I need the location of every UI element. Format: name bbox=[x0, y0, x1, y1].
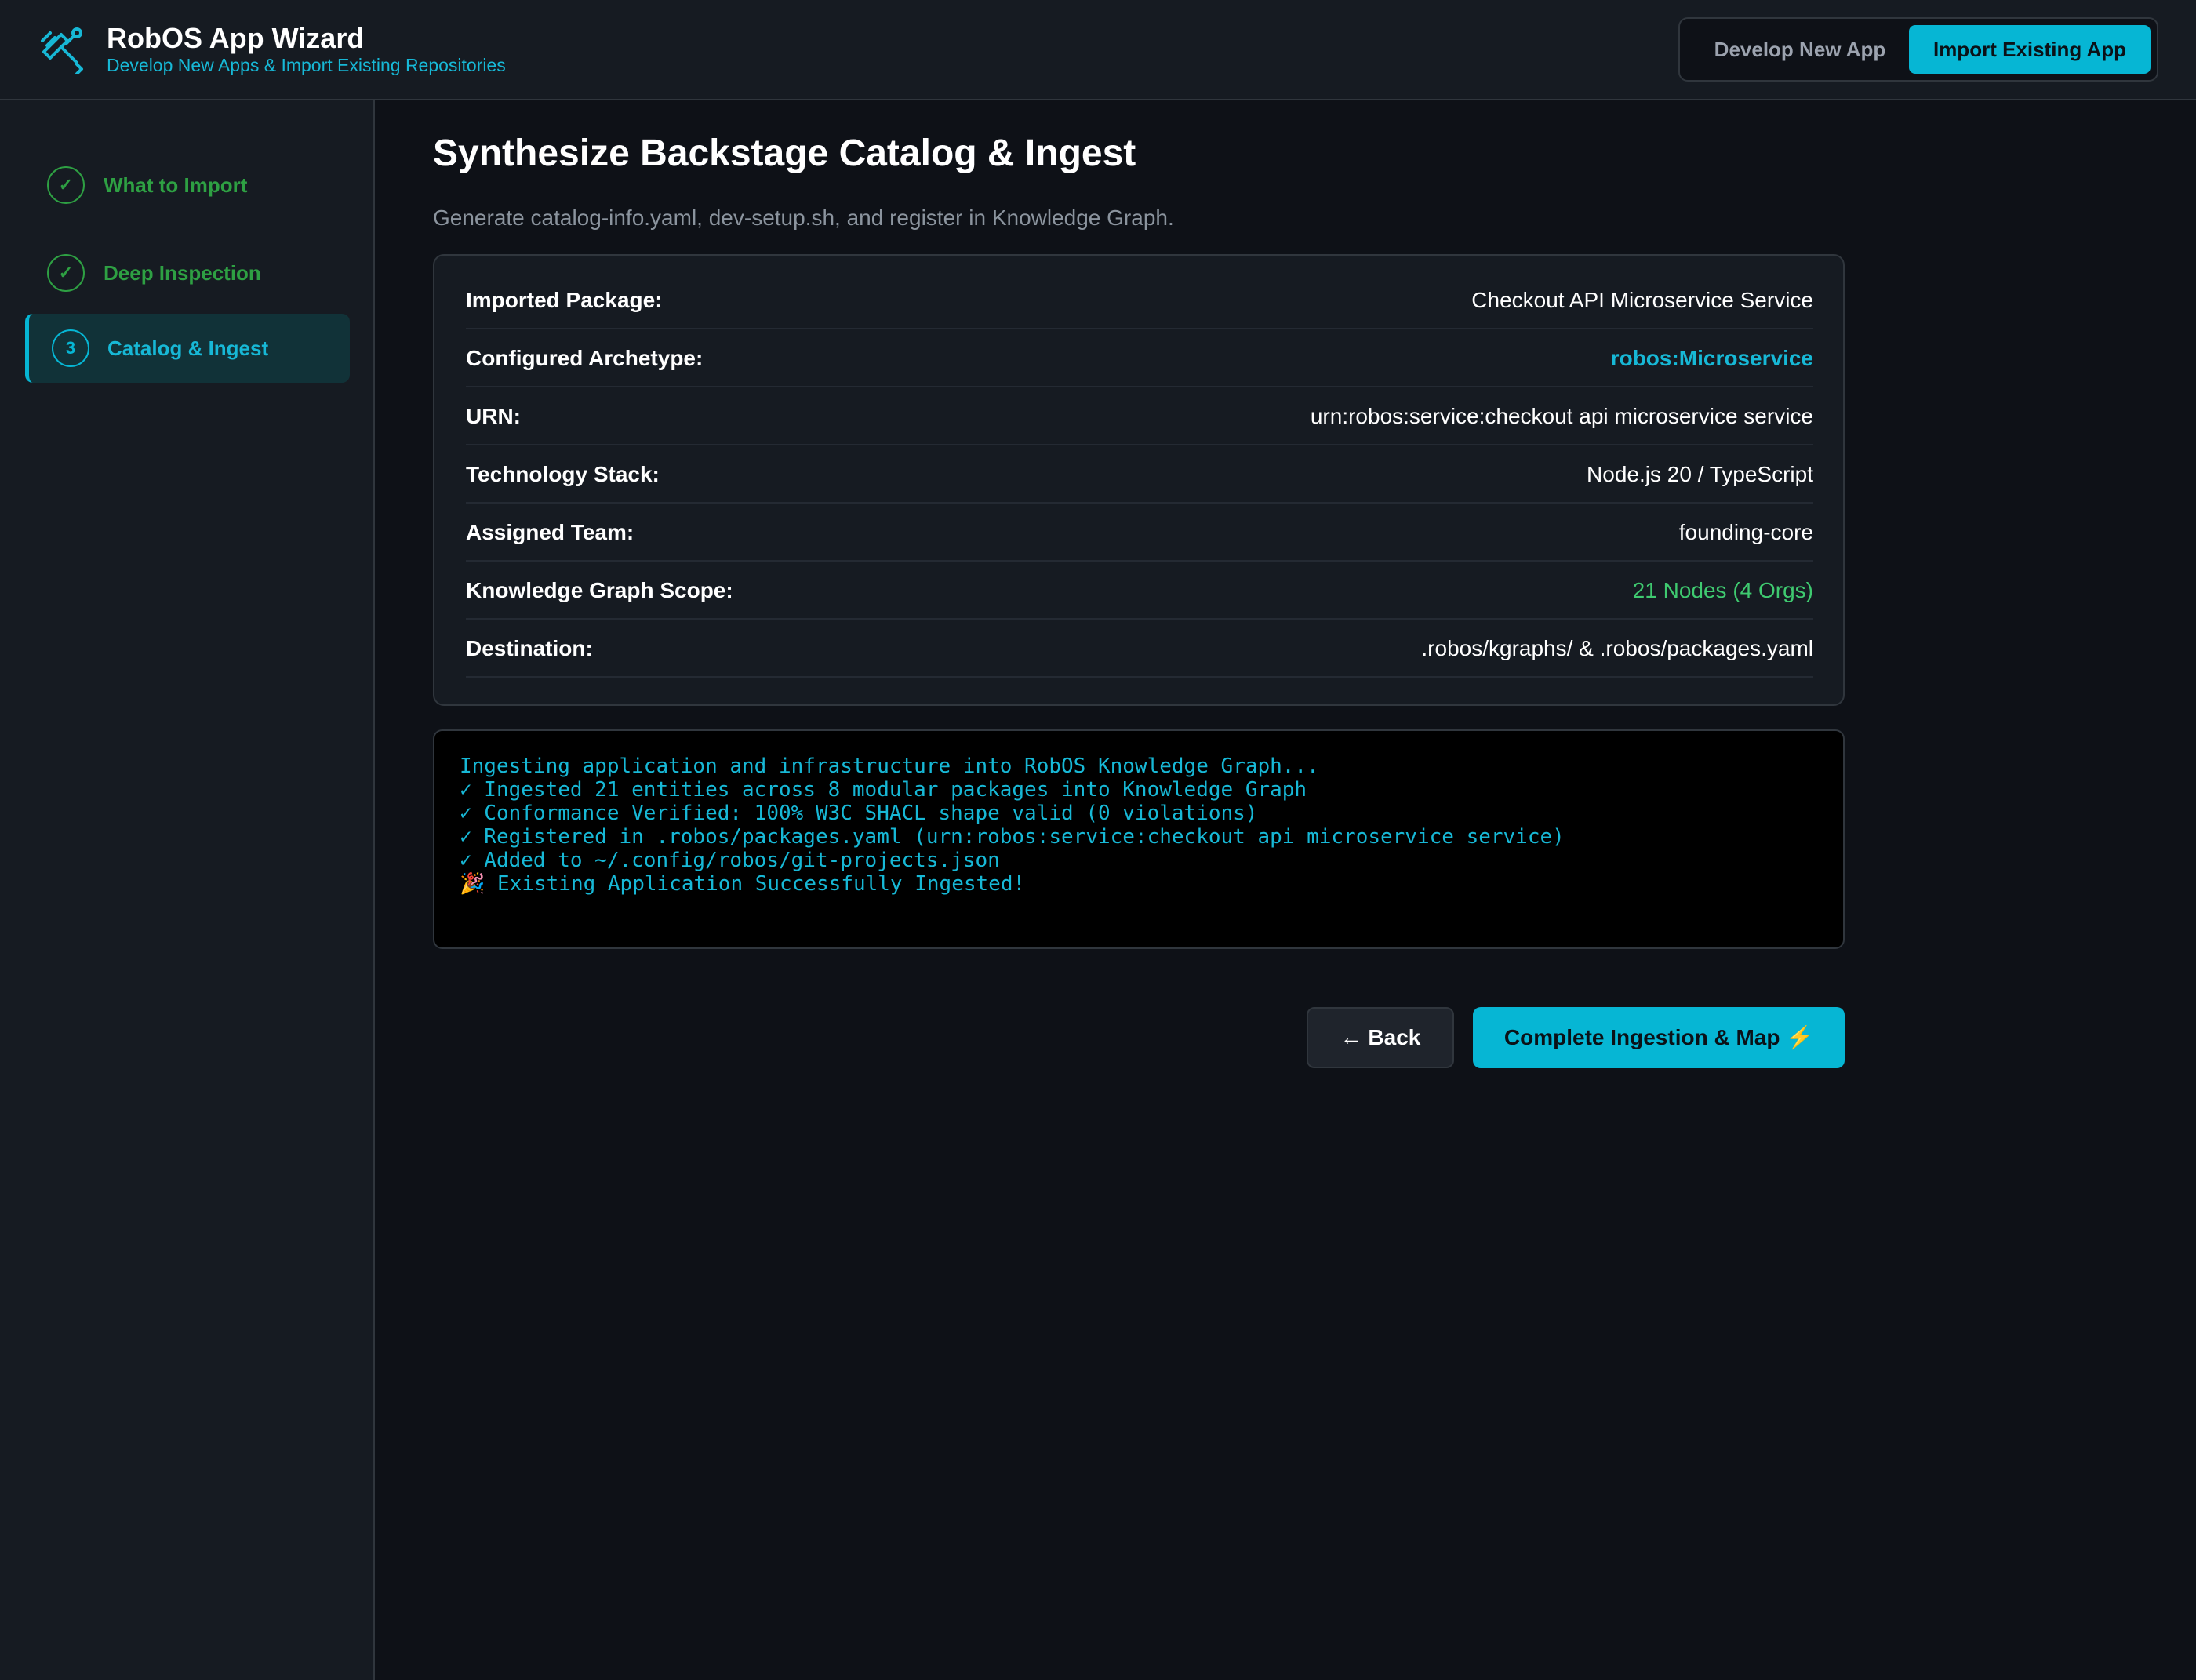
row-value: robos:Microservice bbox=[1610, 346, 1813, 370]
ingest-console-output: Ingesting application and infrastructure… bbox=[433, 729, 1845, 949]
app-title: RobOS App Wizard bbox=[107, 22, 365, 54]
develop-new-app-button[interactable]: Develop New App bbox=[1691, 25, 1909, 74]
row-value: 21 Nodes (4 Orgs) bbox=[1632, 578, 1813, 602]
row-value: Node.js 20 / TypeScript bbox=[1587, 462, 1813, 486]
console-line: ✓ Conformance Verified: 100% W3C SHACL s… bbox=[460, 802, 1258, 825]
row-label: Destination: bbox=[466, 636, 593, 660]
step-catalog-and-ingest[interactable]: 3 Catalog & Ingest bbox=[25, 314, 350, 383]
row-value: urn:robos:service:checkout api microserv… bbox=[1310, 404, 1813, 428]
tools-icon bbox=[41, 27, 83, 74]
row-value: Checkout API Microservice Service bbox=[1471, 288, 1813, 312]
app-subtitle: Develop New Apps & Import Existing Repos… bbox=[107, 55, 506, 75]
step-what-to-import[interactable]: ✓ What to Import bbox=[25, 151, 350, 220]
import-existing-app-button[interactable]: Import Existing App bbox=[1909, 25, 2151, 74]
complete-ingestion-button[interactable]: Complete Ingestion & Map ⚡ bbox=[1473, 1007, 1845, 1068]
step-deep-inspection[interactable]: ✓ Deep Inspection bbox=[25, 238, 350, 307]
step-label: Deep Inspection bbox=[104, 261, 261, 285]
row-value: founding-core bbox=[1678, 520, 1813, 544]
console-line: Ingesting application and infrastructure… bbox=[460, 755, 1319, 778]
summary-row-assigned-team: Assigned Team: founding-core bbox=[466, 504, 1813, 562]
console-line: ✓ Ingested 21 entities across 8 modular … bbox=[460, 778, 1307, 802]
summary-row-urn: URN: urn:robos:service:checkout api micr… bbox=[466, 387, 1813, 445]
page-title: Synthesize Backstage Catalog & Ingest bbox=[433, 133, 1136, 174]
row-label: Configured Archetype: bbox=[466, 346, 704, 370]
app-header: RobOS App Wizard Develop New Apps & Impo… bbox=[0, 0, 2196, 100]
console-line: 🎉 Existing Application Successfully Inge… bbox=[460, 872, 1026, 896]
console-line: ✓ Added to ~/.config/robos/git-projects.… bbox=[460, 849, 1000, 872]
summary-row-kg-scope: Knowledge Graph Scope: 21 Nodes (4 Orgs) bbox=[466, 562, 1813, 620]
summary-row-archetype: Configured Archetype: robos:Microservice bbox=[466, 329, 1813, 387]
row-label: URN: bbox=[466, 404, 521, 428]
import-summary-card: Imported Package: Checkout API Microserv… bbox=[433, 254, 1845, 706]
console-line: ✓ Registered in .robos/packages.yaml (ur… bbox=[460, 825, 1565, 849]
row-label: Knowledge Graph Scope: bbox=[466, 578, 733, 602]
back-button[interactable]: ← Back bbox=[1307, 1007, 1454, 1068]
summary-row-imported-package: Imported Package: Checkout API Microserv… bbox=[466, 271, 1813, 329]
step-label: Catalog & Ingest bbox=[107, 336, 269, 360]
mode-switch: Develop New App Import Existing App bbox=[1678, 17, 2158, 82]
wizard-steps-sidebar: ✓ What to Import ✓ Deep Inspection 3 Cat… bbox=[0, 100, 375, 1680]
summary-row-technology-stack: Technology Stack: Node.js 20 / TypeScrip… bbox=[466, 445, 1813, 504]
step-number: 3 bbox=[52, 329, 89, 367]
row-label: Technology Stack: bbox=[466, 462, 660, 486]
summary-row-destination: Destination: .robos/kgraphs/ & .robos/pa… bbox=[466, 620, 1813, 678]
check-icon: ✓ bbox=[47, 254, 85, 292]
page-description: Generate catalog-info.yaml, dev-setup.sh… bbox=[433, 205, 1174, 230]
step-label: What to Import bbox=[104, 173, 248, 197]
row-value: .robos/kgraphs/ & .robos/packages.yaml bbox=[1421, 636, 1813, 660]
row-label: Imported Package: bbox=[466, 288, 663, 312]
row-label: Assigned Team: bbox=[466, 520, 634, 544]
check-icon: ✓ bbox=[47, 166, 85, 204]
